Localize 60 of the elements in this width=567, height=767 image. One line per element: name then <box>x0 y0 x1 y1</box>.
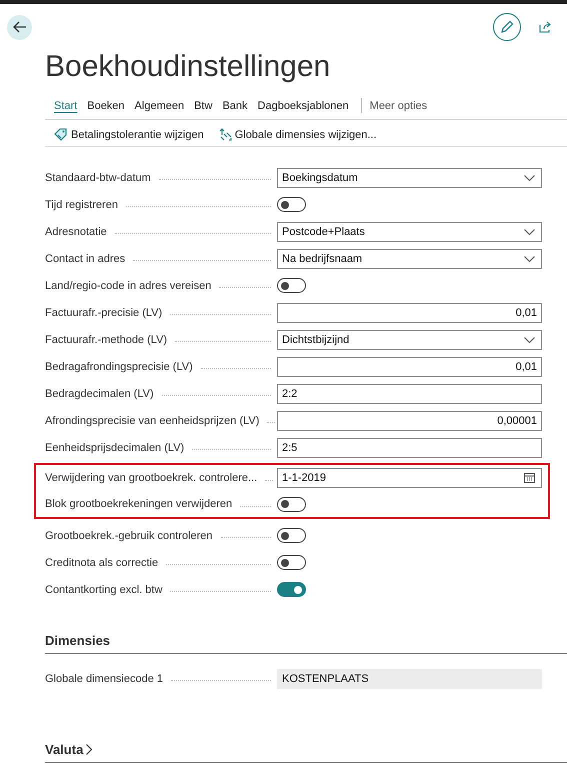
tab[interactable]: Algemeen <box>134 100 192 112</box>
field-label: Globale dimensiecode 1 <box>45 672 164 684</box>
tag-icon <box>54 128 68 141</box>
field-label: Blok grootboekrekeningen verwijderen <box>45 498 232 510</box>
toggle-switch[interactable] <box>277 197 306 212</box>
field-label: Factuurafr.-methode (LV) <box>45 334 168 346</box>
action-button[interactable]: Betalingstolerantie wijzigen <box>54 128 204 141</box>
arrows-icon <box>218 128 232 141</box>
tab[interactable]: Btw <box>194 100 220 112</box>
number-field[interactable]: 0,01 <box>277 356 542 376</box>
dropdown-field[interactable]: Postcode+Plaats <box>277 222 542 242</box>
action-button[interactable]: Globale dimensies wijzigen... <box>218 128 377 141</box>
dropdown-field[interactable]: Na bedrijfsnaam <box>277 248 542 268</box>
section-header[interactable]: Dimensies <box>45 633 567 654</box>
field-label: Creditnota als correctie <box>45 556 158 568</box>
field-label: Contact in adres <box>45 252 126 264</box>
text-field[interactable]: 2:2 <box>277 384 542 404</box>
calendar-icon <box>524 473 535 483</box>
chevron-down-icon <box>524 228 535 234</box>
field-label: Grootboekrek.-gebruik controleren <box>45 530 213 542</box>
pencil-icon <box>500 20 514 34</box>
chevron-down-icon <box>524 174 535 180</box>
dropdown-field[interactable]: Boekingsdatum <box>277 168 542 188</box>
field-label: Adresnotatie <box>45 226 107 238</box>
text-field[interactable]: 2:5 <box>277 438 542 458</box>
share-button[interactable] <box>538 20 552 34</box>
share-icon <box>538 21 552 33</box>
dropdown-field[interactable]: Dichtstbijzijnd <box>277 330 542 350</box>
field-label: Bedragdecimalen (LV) <box>45 388 154 400</box>
more-options-button[interactable]: Meer opties <box>362 100 436 112</box>
chevron-down-icon <box>524 256 535 262</box>
field-label: Eenheidsprijsdecimalen (LV) <box>45 442 184 454</box>
field-label: Tijd registreren <box>45 198 118 210</box>
number-field[interactable]: 0,01 <box>277 302 542 322</box>
number-field[interactable]: 0,00001 <box>277 410 542 430</box>
chevron-right-icon <box>86 744 92 755</box>
tab[interactable]: Bank <box>222 100 256 112</box>
tab[interactable]: Dagboeksjablonen <box>258 100 357 112</box>
field-label: Land/regio-code in adres vereisen <box>45 280 212 292</box>
back-arrow-icon <box>12 21 26 33</box>
chevron-down-icon <box>524 336 535 342</box>
readonly-field: KOSTENPLAATS <box>277 668 542 688</box>
page-title: Boekhoudinstellingen <box>45 49 332 85</box>
field-label: Standaard-btw-datum <box>45 172 151 184</box>
back-button[interactable] <box>7 14 32 40</box>
field-label: Afrondingsprecisie van eenheidsprijzen (LV) <box>45 414 260 426</box>
toggle-switch[interactable] <box>277 496 306 512</box>
toggle-switch[interactable] <box>277 582 306 597</box>
field-label: Bedragafrondingsprecisie (LV) <box>45 360 193 372</box>
toggle-switch[interactable] <box>277 278 306 293</box>
section-header[interactable]: Valuta <box>45 742 567 763</box>
field-label: Factuurafr.-precisie (LV) <box>45 306 162 318</box>
toggle-switch[interactable] <box>277 555 306 570</box>
tab[interactable]: Start <box>54 100 86 112</box>
date-field[interactable]: 1-1-2019 <box>277 468 542 488</box>
field-label: Contantkorting excl. btw <box>45 584 162 596</box>
tab[interactable]: Boeken <box>87 100 133 112</box>
field-label: Verwijdering van grootboekrek. controlere... <box>45 472 258 484</box>
edit-button[interactable] <box>493 13 521 41</box>
toggle-switch[interactable] <box>277 528 306 543</box>
